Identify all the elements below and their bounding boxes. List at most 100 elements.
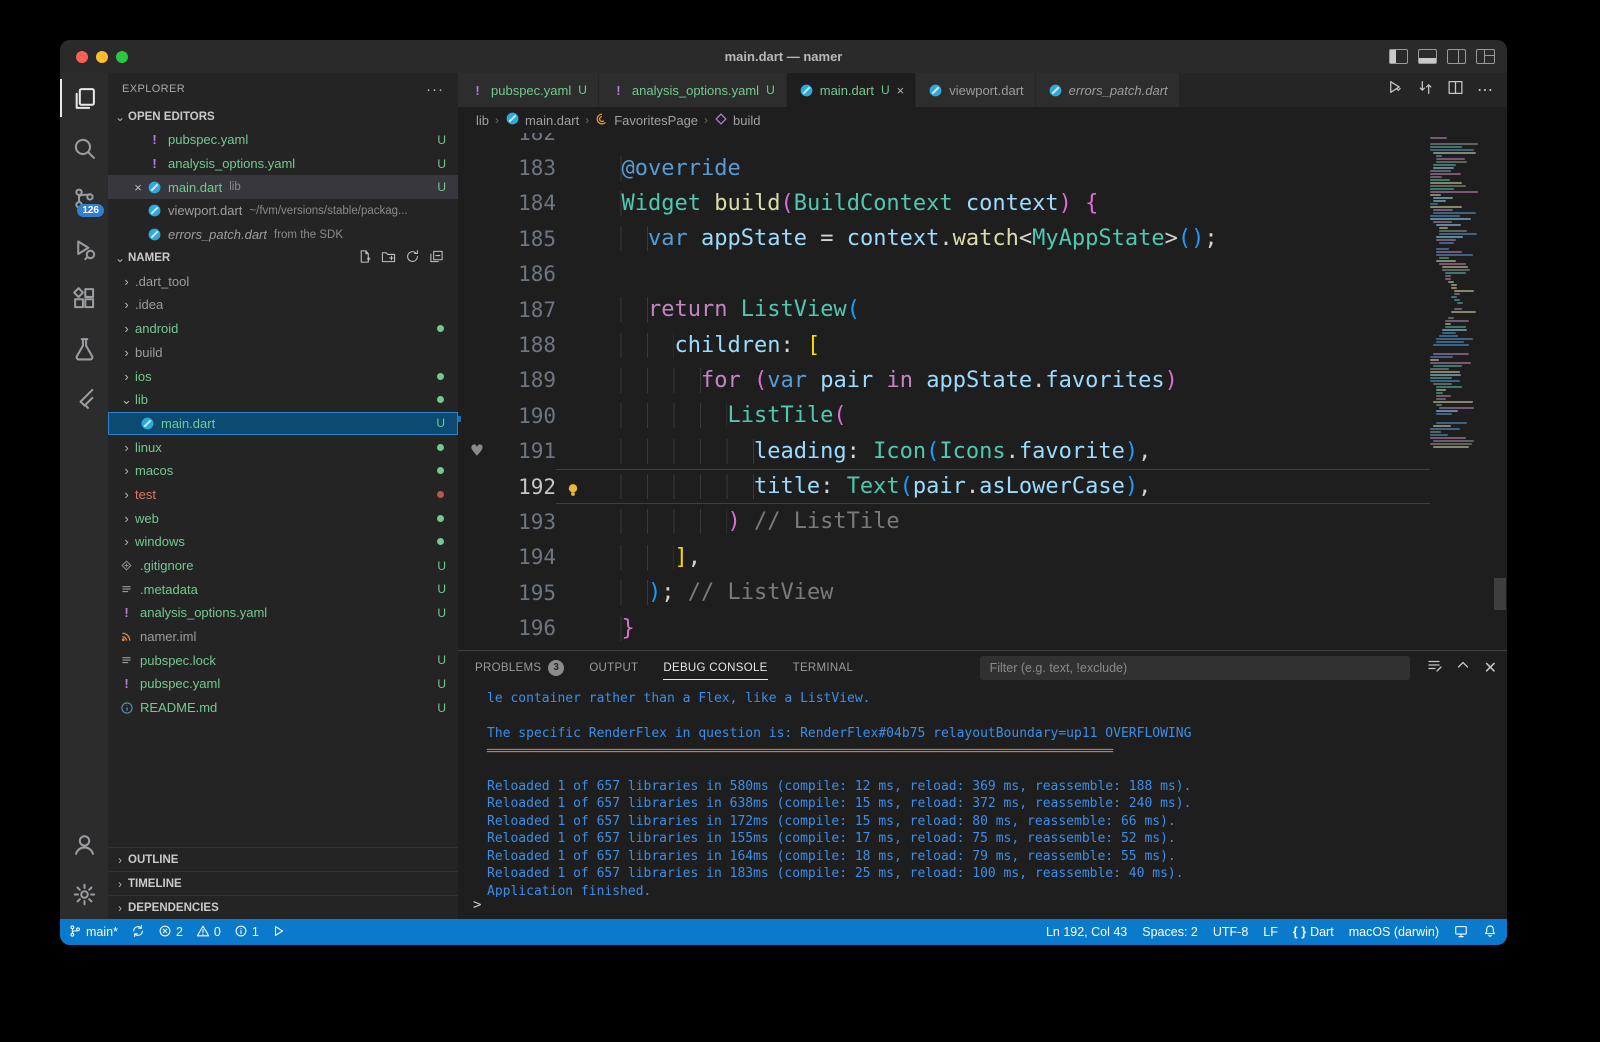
activity-settings-icon[interactable] [60,869,108,919]
code-line-192[interactable]: 192 title: Text(pair.asLowerCase), [458,469,1430,504]
code-line-182[interactable]: 182 [458,133,1430,150]
more-actions-icon[interactable]: ⋯ [1477,80,1493,100]
status-language-mode[interactable]: { }Dart [1293,925,1334,939]
open-changes-icon[interactable] [1417,79,1434,101]
code-line-195[interactable]: 195 ); // ListView [458,575,1430,610]
status-eol[interactable]: LF [1263,925,1278,939]
run-icon[interactable] [1387,79,1404,101]
tree-folder-web[interactable]: ›web [108,506,458,530]
tree-folder-.dart_tool[interactable]: ›.dart_tool [108,269,458,293]
code-line-183[interactable]: 183 @override [458,150,1430,185]
code-line-190[interactable]: 190 ListTile( [458,398,1430,433]
new-file-icon[interactable] [357,249,372,267]
code-line-191[interactable]: ♥191 leading: Icon(Icons.favorite), [458,434,1430,469]
close-panel-icon[interactable]: ✕ [1484,658,1497,678]
activity-flutter-icon[interactable] [60,373,108,423]
debug-console-output[interactable]: le container rather than a Flex, like a … [458,684,1507,897]
breadcrumb-item-lib[interactable]: lib [476,113,489,128]
tab-pubspec.yaml[interactable]: !pubspec.yamlU [458,73,599,107]
activity-explorer-icon[interactable] [60,73,108,123]
refresh-icon[interactable] [405,249,420,267]
minimap[interactable] [1430,133,1493,650]
open-editor-item[interactable]: ×main.dartlibU [108,175,458,199]
scrollbar-thumb[interactable] [1494,578,1506,610]
collapse-all-icon[interactable] [429,249,444,267]
open-editor-item[interactable]: !analysis_options.yamlU [108,152,458,176]
tree-file-namer.iml[interactable]: namer.iml [108,625,458,649]
breadcrumb-item-FavoritesPage[interactable]: FavoritesPage [595,112,698,129]
tab-errors_patch.dart[interactable]: errors_patch.dart [1036,73,1180,107]
status-sync[interactable] [131,924,145,941]
panel-tab-output[interactable]: OUTPUT [589,651,638,684]
tree-file-analysis_options.yaml[interactable]: !analysis_options.yamlU [108,601,458,625]
open-editor-item[interactable]: viewport.dart~/fvm/versions/stable/packa… [108,199,458,223]
editor-scrollbar[interactable] [1493,133,1507,650]
status-encoding[interactable]: UTF-8 [1213,925,1248,939]
maximize-panel-icon[interactable] [1455,657,1471,678]
status-cursor-position[interactable]: Ln 192, Col 43 [1046,925,1127,939]
activity-account-icon[interactable] [60,819,108,869]
tree-file-pubspec.lock[interactable]: pubspec.lockU [108,648,458,672]
tab-analysis_options.yaml[interactable]: !analysis_options.yamlU [599,73,787,107]
section-timeline[interactable]: ›TIMELINE [108,871,458,895]
code-line-186[interactable]: 186 [458,257,1430,292]
activity-extensions-icon[interactable] [60,273,108,323]
status-remote-indicator[interactable] [1454,924,1468,941]
status-error[interactable]: 2 [158,924,183,941]
tree-folder-lib[interactable]: ⌄lib [108,388,458,412]
status-notifications[interactable] [1483,924,1497,941]
tree-folder-.idea[interactable]: ›.idea [108,293,458,317]
code-line-188[interactable]: 188 children: [ [458,327,1430,362]
status-indentation[interactable]: Spaces: 2 [1142,925,1198,939]
status-info[interactable]: 1 [234,924,259,941]
customize-layout-icon[interactable] [1476,49,1495,64]
tree-folder-windows[interactable]: ›windows [108,530,458,554]
open-editor-item[interactable]: !pubspec.yamlU [108,128,458,152]
breadcrumb-item-main.dart[interactable]: main.dart [505,111,579,129]
sidebar-more-actions-icon[interactable]: ··· [426,81,444,98]
section-dependencies[interactable]: ›DEPENDENCIES [108,895,458,919]
tab-viewport.dart[interactable]: viewport.dart [916,73,1035,107]
tree-folder-build[interactable]: ›build [108,341,458,365]
clear-console-icon[interactable] [1426,657,1442,678]
panel-tab-debug-console[interactable]: DEBUG CONSOLE [663,651,767,684]
new-folder-icon[interactable] [381,249,396,267]
tree-folder-ios[interactable]: ›ios [108,364,458,388]
code-line-189[interactable]: 189 for (var pair in appState.favorites) [458,363,1430,398]
panel-tab-terminal[interactable]: TERMINAL [793,651,854,684]
debug-console-prompt[interactable]: > [458,897,1507,919]
code-line-184[interactable]: 184 Widget build(BuildContext context) { [458,186,1430,221]
breadcrumb-item-build[interactable]: build [714,112,760,129]
tree-file-main.dart[interactable]: main.dartU [108,412,458,436]
code-line-193[interactable]: 193 ) // ListTile [458,504,1430,539]
tree-folder-test[interactable]: ›test [108,483,458,507]
activity-source-control-icon[interactable]: 126 [60,173,108,223]
status-target-platform[interactable]: macOS (darwin) [1349,925,1439,939]
split-editor-icon[interactable] [1447,79,1464,101]
code-line-194[interactable]: 194 ], [458,540,1430,575]
toggle-panel-icon[interactable] [1418,49,1437,64]
status-branch[interactable]: main* [68,924,118,941]
close-editor-icon[interactable]: × [130,180,146,195]
section-outline[interactable]: ›OUTLINE [108,847,458,871]
status-debug[interactable] [272,924,286,941]
close-tab-icon[interactable]: × [897,83,905,98]
code-line-185[interactable]: 185 var appState = context.watch<MyAppSt… [458,221,1430,256]
tree-file-.metadata[interactable]: .metadataU [108,577,458,601]
activity-run-debug-icon[interactable] [60,223,108,273]
activity-search-icon[interactable] [60,123,108,173]
tab-main.dart[interactable]: main.dartU× [787,73,916,107]
panel-tab-problems[interactable]: PROBLEMS3 [475,651,564,684]
tree-folder-macos[interactable]: ›macos [108,459,458,483]
project-section-header[interactable]: ⌄ NAMER [108,246,458,269]
open-editors-header[interactable]: ⌄ OPEN EDITORS [108,105,458,128]
toggle-sidebar-icon[interactable] [1389,49,1408,64]
tree-folder-android[interactable]: ›android [108,317,458,341]
tree-folder-linux[interactable]: ›linux [108,435,458,459]
lightbulb-icon[interactable] [565,479,581,495]
code-line-196[interactable]: 196 } [458,610,1430,645]
toggle-secondary-sidebar-icon[interactable] [1447,49,1466,64]
code-line-187[interactable]: 187 return ListView( [458,292,1430,327]
tree-file-.gitignore[interactable]: .gitignoreU [108,554,458,578]
tree-file-pubspec.yaml[interactable]: !pubspec.yamlU [108,672,458,696]
